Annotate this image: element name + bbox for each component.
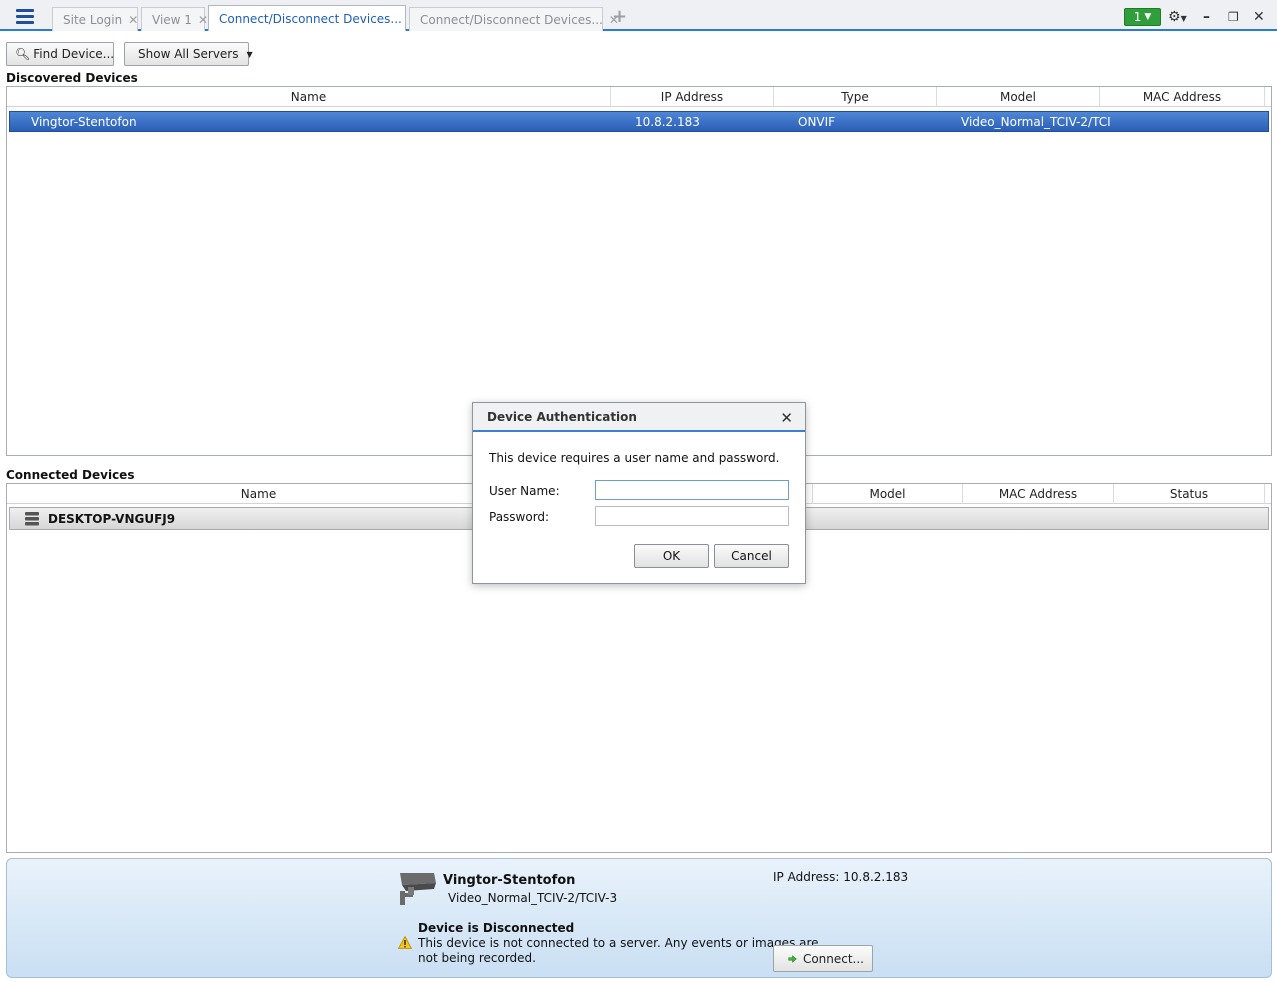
device-model: Video_Normal_TCIV-2/TCIV-3	[448, 891, 618, 905]
connected-devices-title: Connected Devices	[6, 468, 135, 482]
column-header-ip-address[interactable]: IP Address	[611, 87, 774, 107]
password-label: Password:	[489, 510, 550, 524]
close-icon[interactable]: ✕	[780, 409, 793, 427]
status-message-line1: This device is not connected to a server…	[418, 936, 819, 950]
close-icon[interactable]: ✕	[198, 13, 208, 27]
ip-address-readout: IP Address: 10.8.2.183	[773, 870, 908, 884]
chevron-down-icon: ▼	[1144, 12, 1152, 22]
column-header-model[interactable]: Model	[937, 87, 1100, 107]
status-title: Device is Disconnected	[418, 921, 575, 935]
server-name: DESKTOP-VNGUFJ9	[48, 512, 176, 526]
cell-mac-address	[1124, 112, 1264, 133]
find-device-button[interactable]: 🔍︎ Find Device...	[6, 42, 114, 66]
server-icon	[25, 512, 39, 526]
chevron-down-icon: ▼	[246, 49, 253, 59]
camera-icon	[400, 873, 436, 905]
cancel-button[interactable]: Cancel	[714, 544, 789, 568]
tab-label: Connect/Disconnect Devices...	[219, 11, 402, 26]
gear-icon[interactable]: ⚙▼	[1168, 8, 1187, 28]
device-name: Vingtor-Stentofon	[443, 873, 576, 888]
cell-type: ONVIF	[798, 115, 836, 129]
tab-label: View 1	[152, 12, 192, 27]
connect-label: Connect...	[802, 951, 864, 966]
discovered-devices-grid: Name IP Address Type Model MAC Address V…	[6, 86, 1272, 456]
hamburger-menu-icon[interactable]	[10, 5, 40, 27]
warning-icon	[398, 936, 412, 949]
tab-view-1[interactable]: View 1 ✕	[141, 7, 208, 31]
cell-ip-address: 10.8.2.183	[635, 115, 700, 129]
ip-address-label: IP Address:	[773, 870, 840, 884]
username-input[interactable]	[595, 480, 789, 500]
connect-button[interactable]: Connect...	[773, 945, 873, 972]
tab-bar: Site Login ✕ View 1 ✕ Connect/Disconnect…	[0, 0, 1277, 31]
dialog-title-bar[interactable]: Device Authentication ✕	[473, 403, 805, 432]
column-header-status[interactable]: Status	[1114, 484, 1265, 504]
add-tab-icon[interactable]: +	[612, 8, 627, 26]
tab-connect-disconnect[interactable]: Connect/Disconnect Devices... ✕	[409, 7, 619, 31]
notification-counter-button[interactable]: 1 ▼	[1124, 8, 1161, 26]
username-label: User Name:	[489, 484, 560, 498]
find-device-label: Find Device...	[33, 47, 115, 61]
column-header-mac-address[interactable]: MAC Address	[963, 484, 1114, 504]
column-header-type[interactable]: Type	[774, 87, 937, 107]
dialog-title: Device Authentication	[487, 410, 637, 424]
device-details-panel: Vingtor-Stentofon Video_Normal_TCIV-2/TC…	[6, 858, 1272, 978]
counter-value: 1	[1133, 10, 1142, 24]
device-authentication-dialog: Device Authentication ✕ This device requ…	[472, 402, 806, 584]
discovered-devices-title: Discovered Devices	[6, 71, 138, 85]
cell-model: Video_Normal_TCIV-2/TCIV-3	[961, 115, 1111, 129]
cell-name: Vingtor-Stentofon	[31, 115, 137, 129]
minimize-icon[interactable]: –	[1203, 8, 1210, 26]
column-header-name[interactable]: Name	[7, 87, 611, 107]
status-message-line2: not being recorded.	[418, 951, 536, 965]
restore-icon[interactable]: ❐	[1228, 8, 1239, 26]
dialog-message: This device requires a user name and pas…	[489, 451, 780, 465]
ok-button[interactable]: OK	[634, 544, 709, 568]
tab-connect-disconnect-active[interactable]: Connect/Disconnect Devices... ✕	[208, 5, 418, 31]
search-icon: 🔍︎	[15, 47, 31, 61]
show-servers-label: Show All Servers	[138, 47, 239, 61]
arrow-right-icon	[788, 954, 797, 963]
tab-label: Connect/Disconnect Devices...	[420, 12, 603, 27]
tab-label: Site Login	[63, 12, 123, 27]
column-header-model[interactable]: Model	[812, 484, 963, 504]
discovered-grid-header: Name IP Address Type Model MAC Address	[7, 87, 1271, 107]
close-icon[interactable]: ✕	[128, 13, 138, 27]
table-row[interactable]: Vingtor-Stentofon 10.8.2.183 ONVIF Video…	[9, 111, 1269, 132]
show-all-servers-dropdown[interactable]: Show All Servers ▼	[124, 42, 253, 66]
ip-address-value: 10.8.2.183	[843, 870, 909, 884]
tab-site-login[interactable]: Site Login ✕	[52, 7, 138, 31]
password-input[interactable]	[595, 506, 789, 526]
close-window-icon[interactable]: ✕	[1253, 8, 1265, 26]
column-header-mac-address[interactable]: MAC Address	[1100, 87, 1265, 107]
column-header-name[interactable]: Name	[7, 484, 511, 504]
